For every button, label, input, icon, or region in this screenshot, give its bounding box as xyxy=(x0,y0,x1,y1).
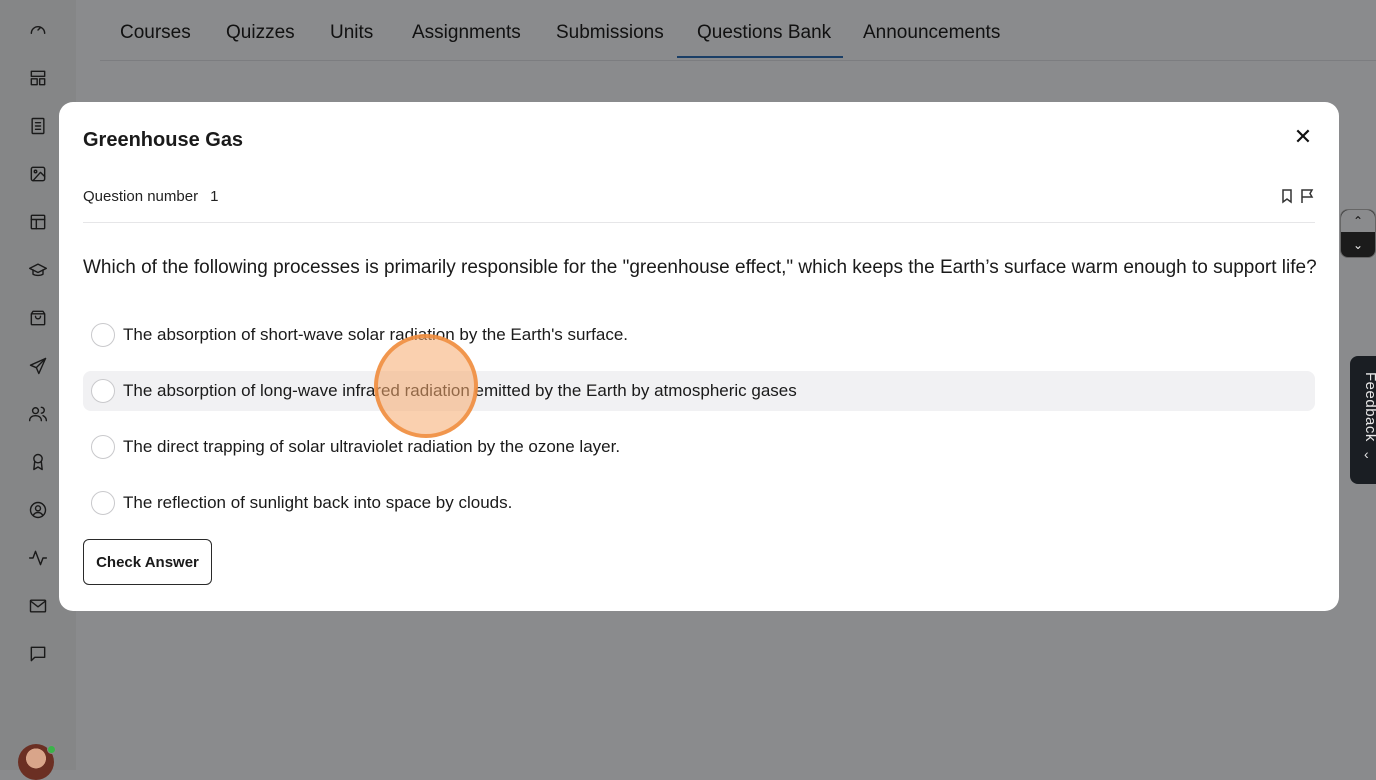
click-indicator xyxy=(374,334,478,438)
mail-icon[interactable] xyxy=(26,594,50,618)
scroll-control: ⌃ ⌄ xyxy=(1340,209,1376,258)
radio-button[interactable] xyxy=(91,491,115,515)
check-answer-button[interactable]: Check Answer xyxy=(83,539,212,585)
option-label: The absorption of short-wave solar radia… xyxy=(123,325,629,344)
feedback-label: Feedback xyxy=(1362,372,1376,442)
option-label: The direct trapping of solar ultraviolet… xyxy=(123,437,621,456)
users-icon[interactable] xyxy=(26,402,50,426)
user-circle-icon[interactable] xyxy=(26,498,50,522)
activity-icon[interactable] xyxy=(26,546,50,570)
tab-assignments[interactable]: Assignments xyxy=(412,22,521,44)
question-text: Which of the following processes is prim… xyxy=(83,257,1317,278)
question-number-label: Question number xyxy=(83,188,199,205)
close-button[interactable]: ✕ xyxy=(1292,126,1314,148)
answer-option[interactable]: The direct trapping of solar ultraviolet… xyxy=(83,427,1315,467)
dashboard-gauge-icon[interactable] xyxy=(26,18,50,42)
radio-button[interactable] xyxy=(91,379,115,403)
bookmark-icon[interactable] xyxy=(1279,188,1295,204)
chevron-left-icon: ‹ xyxy=(1364,446,1369,462)
answer-option[interactable]: The absorption of short-wave solar radia… xyxy=(83,315,1315,355)
graduation-cap-icon[interactable] xyxy=(26,258,50,282)
answer-option[interactable]: The reflection of sunlight back into spa… xyxy=(83,483,1315,523)
question-modal: Greenhouse Gas ✕ Question number 1 Which … xyxy=(59,102,1339,611)
table-icon[interactable] xyxy=(26,210,50,234)
radio-button[interactable] xyxy=(91,435,115,459)
award-icon[interactable] xyxy=(26,450,50,474)
shopping-bag-icon[interactable] xyxy=(26,306,50,330)
chevron-up-icon[interactable]: ⌃ xyxy=(1341,210,1375,232)
modal-title: Greenhouse Gas xyxy=(83,129,244,151)
tab-announcements[interactable]: Announcements xyxy=(863,22,1000,44)
radio-button[interactable] xyxy=(91,323,115,347)
question-number-value: 1 xyxy=(210,188,219,205)
send-icon[interactable] xyxy=(26,354,50,378)
option-label: The reflection of sunlight back into spa… xyxy=(123,493,513,512)
tab-units[interactable]: Units xyxy=(330,22,373,44)
book-icon[interactable] xyxy=(26,114,50,138)
flag-icon[interactable] xyxy=(1299,188,1315,204)
active-tab-indicator xyxy=(677,56,843,58)
chat-icon[interactable] xyxy=(26,642,50,666)
top-tabs: Courses Quizzes Units Assignments Submis… xyxy=(100,0,1376,61)
tab-courses[interactable]: Courses xyxy=(120,22,191,44)
divider xyxy=(83,222,1315,223)
question-number: Question number 1 xyxy=(83,188,218,205)
tab-questions-bank[interactable]: Questions Bank xyxy=(697,22,831,44)
image-icon[interactable] xyxy=(26,162,50,186)
tab-quizzes[interactable]: Quizzes xyxy=(226,22,295,44)
chevron-down-icon[interactable]: ⌄ xyxy=(1341,234,1375,256)
tab-submissions[interactable]: Submissions xyxy=(556,22,664,44)
answer-option-hovered[interactable]: The absorption of long-wave infrared rad… xyxy=(83,371,1315,411)
online-status-dot xyxy=(47,745,56,754)
layout-icon[interactable] xyxy=(26,66,50,90)
